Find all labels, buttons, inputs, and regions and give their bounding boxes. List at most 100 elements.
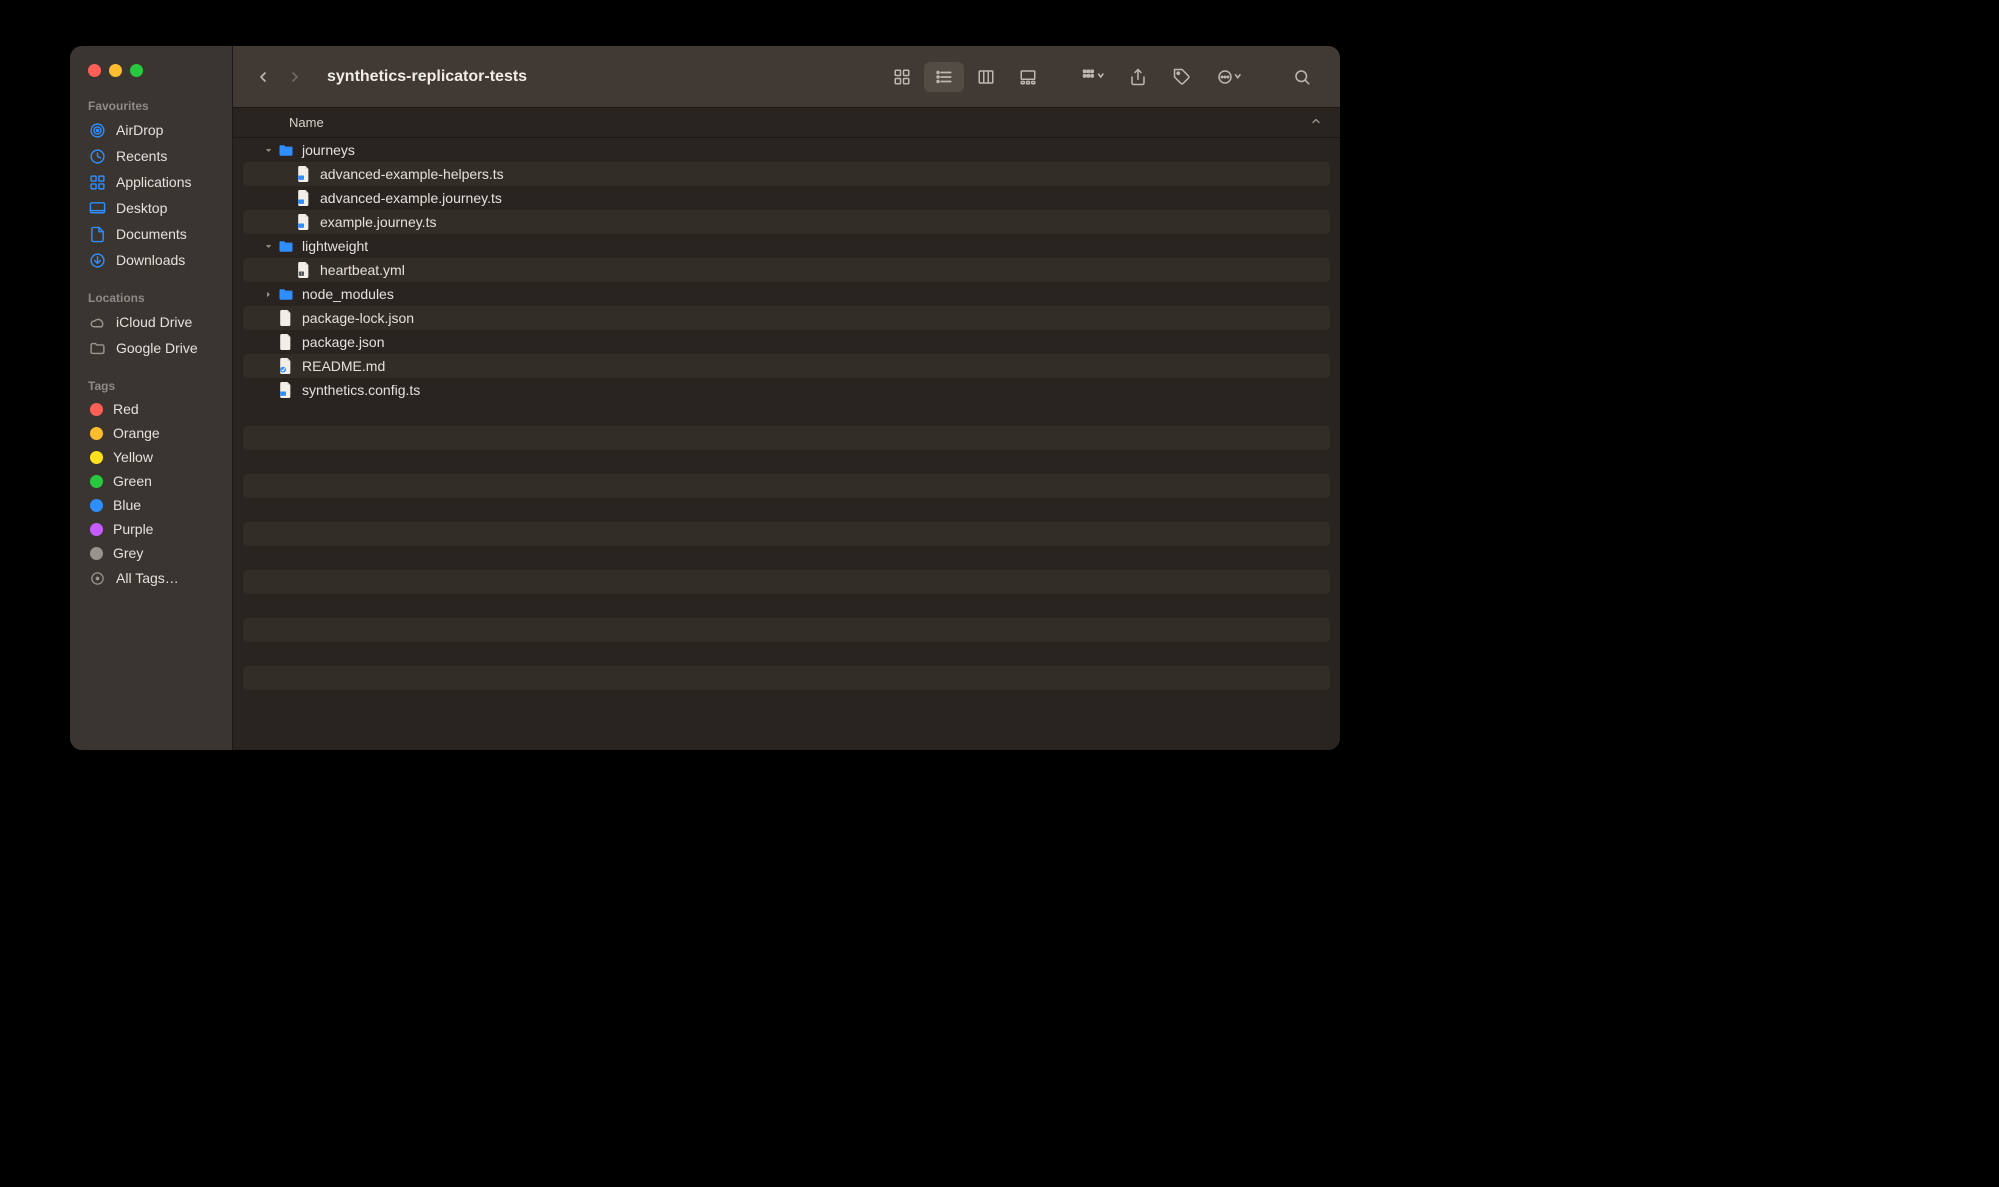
- clock-icon: [88, 147, 106, 165]
- item-name: lightweight: [302, 238, 368, 254]
- file-row[interactable]: package.json: [243, 330, 1330, 354]
- folder-row[interactable]: journeys: [243, 138, 1330, 162]
- file-list[interactable]: journeys advanced-example-helpers.ts adv…: [233, 138, 1340, 750]
- sidebar-item-documents[interactable]: Documents: [70, 221, 232, 247]
- tag-dot-icon: [90, 403, 103, 416]
- gallery-view-button[interactable]: [1008, 62, 1048, 92]
- file-row[interactable]: README.md: [243, 354, 1330, 378]
- file-icon: [278, 358, 294, 374]
- sidebar-item-label: AirDrop: [116, 122, 163, 138]
- forward-button[interactable]: [281, 63, 309, 91]
- file-icon: [278, 334, 294, 350]
- close-button[interactable]: [88, 64, 101, 77]
- sidebar-item-downloads[interactable]: Downloads: [70, 247, 232, 273]
- tag-dot-icon: [90, 475, 103, 488]
- favourites-label: Favourites: [70, 95, 232, 117]
- search-button[interactable]: [1282, 62, 1322, 92]
- item-name: package.json: [302, 334, 385, 350]
- cloud-icon: [88, 313, 106, 331]
- file-icon: !: [296, 262, 312, 278]
- apps-icon: [88, 173, 106, 191]
- sidebar-tag-yellow[interactable]: Yellow: [70, 445, 232, 469]
- back-button[interactable]: [249, 63, 277, 91]
- file-icon: [296, 190, 312, 206]
- sidebar-item-label: Desktop: [116, 200, 167, 216]
- tags-label: Tags: [70, 375, 232, 397]
- list-view-button[interactable]: [924, 62, 964, 92]
- sidebar-item-all-tags[interactable]: All Tags…: [70, 565, 232, 591]
- disclosure-triangle-icon[interactable]: [261, 287, 275, 301]
- item-name: journeys: [302, 142, 355, 158]
- file-icon: [296, 214, 312, 230]
- sidebar: Favourites AirDrop Recents Applications Des…: [70, 46, 233, 750]
- sidebar-tag-purple[interactable]: Purple: [70, 517, 232, 541]
- name-column-header[interactable]: Name: [289, 115, 324, 130]
- finder-window: Favourites AirDrop Recents Applications Des…: [70, 46, 1340, 750]
- folder-row[interactable]: lightweight: [243, 234, 1330, 258]
- sidebar-item-label: Purple: [113, 521, 153, 537]
- sidebar-item-label: Grey: [113, 545, 143, 561]
- tag-dot-icon: [90, 499, 103, 512]
- item-name: node_modules: [302, 286, 394, 302]
- disclosure-triangle-icon[interactable]: [261, 239, 275, 253]
- sidebar-item-desktop[interactable]: Desktop: [70, 195, 232, 221]
- zoom-button[interactable]: [130, 64, 143, 77]
- main-pane: synthetics-replicator-tests: [233, 46, 1340, 750]
- sidebar-item-airdrop[interactable]: AirDrop: [70, 117, 232, 143]
- sidebar-item-label: Documents: [116, 226, 187, 242]
- sidebar-item-label: Yellow: [113, 449, 153, 465]
- sidebar-tag-blue[interactable]: Blue: [70, 493, 232, 517]
- desktop-icon: [88, 199, 106, 217]
- all-tags-text: All Tags…: [116, 570, 179, 586]
- folder-row[interactable]: node_modules: [243, 282, 1330, 306]
- item-name: example.journey.ts: [320, 214, 436, 230]
- sidebar-item-label: Downloads: [116, 252, 185, 268]
- folder-icon: [278, 286, 294, 302]
- download-icon: [88, 251, 106, 269]
- doc-icon: [88, 225, 106, 243]
- disclosure-triangle-icon[interactable]: [261, 143, 275, 157]
- tag-dot-icon: [90, 451, 103, 464]
- share-button[interactable]: [1118, 62, 1158, 92]
- sort-indicator-icon[interactable]: [1310, 115, 1322, 130]
- folder-icon: [278, 238, 294, 254]
- sidebar-item-label: Orange: [113, 425, 160, 441]
- locations-label: Locations: [70, 287, 232, 309]
- column-header-row[interactable]: Name: [233, 108, 1340, 138]
- sidebar-item-label: Recents: [116, 148, 167, 164]
- file-row[interactable]: synthetics.config.ts: [243, 378, 1330, 402]
- group-button[interactable]: [1074, 62, 1114, 92]
- tag-button[interactable]: [1162, 62, 1202, 92]
- sidebar-tag-red[interactable]: Red: [70, 397, 232, 421]
- sidebar-item-recents[interactable]: Recents: [70, 143, 232, 169]
- minimize-button[interactable]: [109, 64, 122, 77]
- window-title: synthetics-replicator-tests: [327, 68, 527, 86]
- item-name: heartbeat.yml: [320, 262, 405, 278]
- file-row[interactable]: advanced-example.journey.ts: [243, 186, 1330, 210]
- sidebar-item-google-drive[interactable]: Google Drive: [70, 335, 232, 361]
- action-menu-button[interactable]: [1206, 62, 1256, 92]
- file-row[interactable]: ! heartbeat.yml: [243, 258, 1330, 282]
- file-row[interactable]: example.journey.ts: [243, 210, 1330, 234]
- sidebar-item-label: Blue: [113, 497, 141, 513]
- tag-dot-icon: [90, 547, 103, 560]
- column-view-button[interactable]: [966, 62, 1006, 92]
- sidebar-tag-orange[interactable]: Orange: [70, 421, 232, 445]
- icon-view-button[interactable]: [882, 62, 922, 92]
- traffic-lights: [70, 58, 232, 95]
- empty-stripes: [233, 402, 1340, 690]
- sidebar-item-icloud-drive[interactable]: iCloud Drive: [70, 309, 232, 335]
- item-name: advanced-example.journey.ts: [320, 190, 502, 206]
- item-name: README.md: [302, 358, 385, 374]
- file-row[interactable]: package-lock.json: [243, 306, 1330, 330]
- file-icon: [278, 382, 294, 398]
- sidebar-item-label: Applications: [116, 174, 192, 190]
- sidebar-item-label: Google Drive: [116, 340, 198, 356]
- sidebar-tag-grey[interactable]: Grey: [70, 541, 232, 565]
- all-tags-icon: [88, 569, 106, 587]
- sidebar-item-applications[interactable]: Applications: [70, 169, 232, 195]
- sidebar-tag-green[interactable]: Green: [70, 469, 232, 493]
- airdrop-icon: [88, 121, 106, 139]
- file-row[interactable]: advanced-example-helpers.ts: [243, 162, 1330, 186]
- item-name: package-lock.json: [302, 310, 414, 326]
